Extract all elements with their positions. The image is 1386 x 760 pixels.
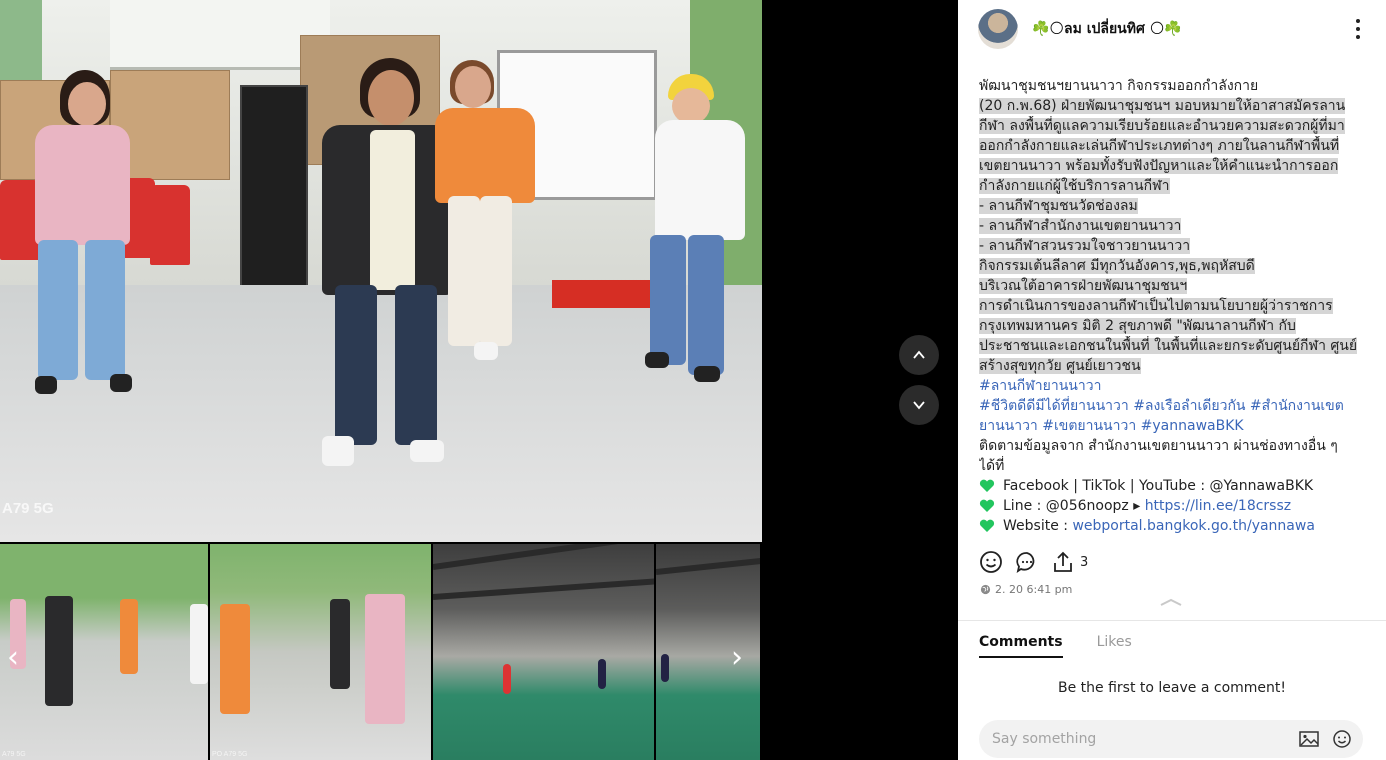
contact-label: Line : @056noopz ▸ (1003, 498, 1145, 514)
media-area: A79 5G A79 5G PO A79 5G ‹ › (0, 0, 958, 760)
caption-title: พัฒนาชุมชนฯยานนาวา กิจกรรมออกกำลังกาย (979, 78, 1259, 94)
caption-line: เขตยานนาวา พร้อมทั้งรับฟังปัญหาและให้คำแ… (979, 158, 1339, 174)
contact-line: Line : @056noopz ▸ https://lin.ee/18crss… (979, 496, 1369, 516)
avatar[interactable] (978, 9, 1018, 49)
empty-comments-message: Be the first to leave a comment! (1058, 680, 1286, 696)
timestamp-text: 2. 20 6:41 pm (995, 583, 1073, 596)
caption-line: การดำเนินการของลานกีฬาเป็นไปตามนโยบายผู้… (979, 298, 1333, 314)
comment-input[interactable] (992, 728, 1292, 750)
contact-website: Website : webportal.bangkok.go.th/yannaw… (979, 516, 1369, 536)
caption-line: กิจกรรมเต้นลีลาศ มีทุกวันอังคาร,พุธ,พฤหั… (979, 258, 1255, 274)
contact-label: Facebook | TikTok | YouTube : @YannawaBK… (1003, 478, 1314, 494)
caption-line: - ลานกีฬาชุมชนวัดช่องลม (979, 198, 1138, 214)
post-panel: ☘️🌕ลม เปลี่ยนทิศ 🌕☘️ พัฒนาชุมชนฯยานนาวา … (958, 0, 1386, 760)
website-link[interactable]: webportal.bangkok.go.th/yannawa (1072, 518, 1314, 534)
caption-line: (20 ก.พ.68) ฝ่ายพัฒนาชุมชนฯ มอบหมายให้อา… (979, 98, 1346, 114)
nav-down-button[interactable] (899, 385, 939, 425)
hashtag-link[interactable]: ยานนาวา #เขตยานนาวา #yannawaBKK (979, 418, 1244, 434)
thumbnail-strip: A79 5G PO A79 5G (0, 544, 762, 760)
author-name[interactable]: ☘️🌕ลม เปลี่ยนทิศ 🌕☘️ (1032, 18, 1182, 40)
caption-line: กำลังกายแก่ผู้ใช้บริการลานกีฬา (979, 178, 1170, 194)
green-heart-icon (979, 499, 995, 512)
chevron-up-icon (913, 350, 925, 359)
tab-comments[interactable]: Comments (979, 634, 1063, 658)
emoji-icon[interactable] (1331, 729, 1353, 749)
green-heart-icon (979, 479, 995, 492)
post-viewer: A79 5G A79 5G PO A79 5G ‹ › ☘️🌕ลม เปลี่ย… (0, 0, 1386, 760)
post-header: ☘️🌕ลม เปลี่ยนทิศ 🌕☘️ (958, 0, 1386, 64)
caption-line: - ลานกีฬาสวนรวมใจชาวยานนาวา (979, 238, 1191, 254)
share-count: 3 (1080, 554, 1089, 570)
line-link[interactable]: https://lin.ee/18crssz (1145, 498, 1291, 514)
comment-bubble-icon[interactable] (1014, 549, 1040, 575)
chevron-up-icon[interactable] (1158, 596, 1184, 608)
thumbnail-watermark: A79 5G (2, 751, 26, 758)
main-photo[interactable]: A79 5G (0, 0, 762, 542)
caption-follow: ได้ที่ (979, 458, 1005, 474)
caption-line: ประชาชนและเอกชนในพื้นที่ ในพื้นที่และยกร… (979, 338, 1358, 354)
more-vertical-icon[interactable] (1350, 17, 1366, 41)
chevron-right-icon[interactable]: › (724, 640, 750, 675)
caption-line: สร้างสุขทุกวัย ศูนย์เยาวชน (979, 358, 1141, 374)
photo-chair (150, 185, 190, 265)
thumbnail-1[interactable]: A79 5G (0, 544, 210, 760)
image-icon[interactable] (1298, 729, 1320, 749)
hashtag-link[interactable]: #ชีวิตดีดีมีได้ที่ยานนาวา #ลงเรือลำเดียว… (979, 398, 1344, 414)
share-icon[interactable] (1050, 549, 1076, 575)
post-timestamp: 2. 20 6:41 pm (980, 583, 1072, 596)
chevron-down-icon (913, 401, 925, 410)
photo-speaker (240, 85, 308, 293)
nav-up-button[interactable] (899, 335, 939, 375)
caption-line: กีฬา ลงพื้นที่ดูแลความเรียบร้อยและอำนวยค… (979, 118, 1345, 134)
photo-chair (0, 180, 40, 260)
photo-window (110, 0, 330, 70)
tab-likes[interactable]: Likes (1097, 634, 1132, 658)
post-actions: 3 (978, 548, 1088, 576)
thumbnail-2[interactable]: PO A79 5G (210, 544, 433, 760)
thumbnail-3[interactable] (433, 544, 656, 760)
hashtag-link[interactable]: #ลานกีฬายานนาวา (979, 378, 1101, 394)
green-heart-icon (979, 519, 995, 532)
contact-facebook: Facebook | TikTok | YouTube : @YannawaBK… (979, 476, 1369, 496)
chevron-left-icon[interactable]: ‹ (0, 640, 26, 675)
caption-line: ออกกำลังกายและเล่นกีฬาประเภทต่างๆ ภายในล… (979, 138, 1340, 154)
divider (958, 620, 1386, 621)
globe-icon (980, 584, 991, 595)
photo-watermark: A79 5G (2, 500, 54, 517)
comment-tabs: Comments Likes (979, 634, 1132, 658)
caption-line: บริเวณใต้อาคารฝ่ายพัฒนาชุมชนฯ (979, 278, 1188, 294)
caption-follow: ติดตามข้อมูลจาก สำนักงานเขตยานนาวา ผ่านช… (979, 438, 1338, 454)
thumbnail-watermark: PO A79 5G (212, 751, 248, 758)
caption-line: - ลานกีฬาสำนักงานเขตยานนาวา (979, 218, 1182, 234)
smiley-icon[interactable] (978, 549, 1004, 575)
contact-label: Website : (1003, 518, 1073, 534)
caption-line: กรุงเทพมหานคร มิติ 2 สุขภาพดี "พัฒนาลานก… (979, 318, 1296, 334)
post-caption: พัฒนาชุมชนฯยานนาวา กิจกรรมออกกำลังกาย (2… (979, 76, 1369, 536)
comment-box (979, 720, 1363, 758)
